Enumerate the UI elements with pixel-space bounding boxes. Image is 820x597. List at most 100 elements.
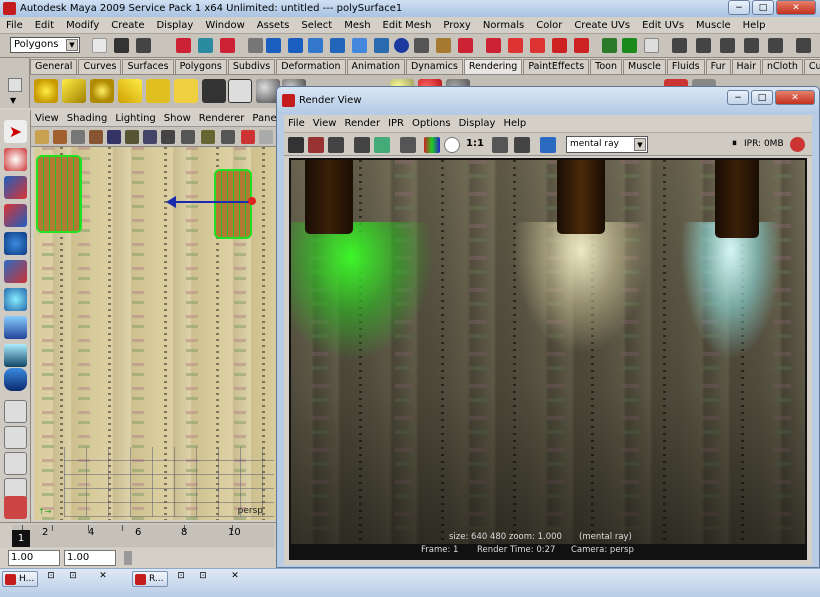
renderer-dropdown[interactable]: mental ray ▼ <box>566 136 648 153</box>
rv-menu-view[interactable]: View <box>309 118 341 129</box>
vp-menu-shading[interactable]: Shading <box>63 113 112 124</box>
menu-proxy[interactable]: Proxy <box>437 20 476 31</box>
tab-fluids[interactable]: Fluids <box>666 59 705 74</box>
rotate-tool-icon[interactable] <box>4 232 27 255</box>
panel-icon[interactable] <box>644 38 659 53</box>
rgb-channels-icon[interactable] <box>424 137 440 153</box>
magnet-icon-3[interactable] <box>530 38 545 53</box>
hypershade-icon[interactable] <box>458 38 473 53</box>
menu-edit[interactable]: Edit <box>29 20 60 31</box>
select-object-icon[interactable] <box>198 38 213 53</box>
image-plane-icon[interactable] <box>71 130 85 144</box>
magnet-icon-5[interactable] <box>574 38 589 53</box>
move-manip-center[interactable] <box>248 197 256 205</box>
menu-set-dropdown[interactable]: Polygons ▼ <box>10 37 80 53</box>
tab-fur[interactable]: Fur <box>705 59 731 74</box>
tab-surfaces[interactable]: Surfaces <box>122 59 174 74</box>
tab-toon[interactable]: Toon <box>590 59 622 74</box>
snap-point-icon[interactable] <box>308 38 323 53</box>
clapboard-icon-1[interactable] <box>672 38 687 53</box>
menu-assets[interactable]: Assets <box>251 20 296 31</box>
redo-render-icon[interactable] <box>288 137 304 153</box>
select-hierarchy-icon[interactable] <box>176 38 191 53</box>
tab-dynamics[interactable]: Dynamics <box>405 59 463 74</box>
select-component-icon[interactable] <box>220 38 235 53</box>
render-settings-icon[interactable] <box>400 137 416 153</box>
close-icon[interactable]: ✕ <box>228 571 242 583</box>
vp-menu-renderer[interactable]: Renderer <box>195 113 249 124</box>
shelf-menu-icon[interactable] <box>8 78 22 92</box>
render-canvas[interactable]: size: 640 480 zoom: 1.000 (mental ray) F… <box>289 158 807 560</box>
clapboard-icon-5[interactable] <box>768 38 783 53</box>
vp-menu-view[interactable]: View <box>31 113 63 124</box>
clapboard-icon-2[interactable] <box>696 38 711 53</box>
menu-help[interactable]: Help <box>737 20 772 31</box>
camera-bookmark-icon[interactable] <box>53 130 67 144</box>
close-button[interactable]: ✕ <box>776 0 816 15</box>
magnet-icon-2[interactable] <box>508 38 523 53</box>
tab-muscle[interactable]: Muscle <box>623 59 666 74</box>
magnet-icon-4[interactable] <box>552 38 567 53</box>
menu-modify[interactable]: Modify <box>60 20 105 31</box>
maximize-icon[interactable]: ⊡ <box>196 571 210 583</box>
tab-general[interactable]: General <box>30 59 78 74</box>
menu-edit-uvs[interactable]: Edit UVs <box>636 20 690 31</box>
display-settings-icon[interactable] <box>540 137 556 153</box>
area-light-icon[interactable] <box>146 79 170 103</box>
grid-toggle-icon[interactable] <box>107 130 121 144</box>
isolate-icon[interactable] <box>259 130 273 144</box>
tab-curves[interactable]: Curves <box>78 59 122 74</box>
menu-create-uvs[interactable]: Create UVs <box>568 20 636 31</box>
render-view-titlebar[interactable]: Render View − □ ✕ <box>277 87 819 114</box>
playback-start-field[interactable]: 1.00 <box>64 550 116 566</box>
clapboard-icon-3[interactable] <box>720 38 735 53</box>
ipr-badge-icon[interactable] <box>790 137 805 152</box>
alpha-channel-icon[interactable] <box>444 137 460 153</box>
universal-manip-icon[interactable] <box>4 288 27 311</box>
keep-image-icon[interactable] <box>492 137 508 153</box>
film-gate-icon[interactable] <box>125 130 139 144</box>
tab-ncloth[interactable]: nCloth <box>762 59 803 74</box>
directional-light-icon[interactable] <box>62 79 86 103</box>
ipr-render-icon[interactable] <box>414 38 429 53</box>
camera-icon[interactable] <box>202 79 226 103</box>
restore-icon[interactable]: ⊡ <box>44 571 58 583</box>
range-handle[interactable] <box>124 551 132 565</box>
menu-normals[interactable]: Normals <box>477 20 530 31</box>
render-settings-icon[interactable] <box>436 38 451 53</box>
volume-light-icon[interactable] <box>174 79 198 103</box>
tab-deformation[interactable]: Deformation <box>276 59 346 74</box>
new-scene-icon[interactable] <box>92 38 107 53</box>
restore-icon[interactable]: ⊡ <box>174 571 188 583</box>
lock-selection-icon[interactable] <box>248 38 263 53</box>
menu-create[interactable]: Create <box>105 20 150 31</box>
scale-tool-icon[interactable] <box>4 260 27 283</box>
clapboard-icon-4[interactable] <box>744 38 759 53</box>
close-icon[interactable]: ✕ <box>96 571 110 583</box>
persp-outliner-icon[interactable] <box>4 452 27 475</box>
textured-icon[interactable] <box>201 130 215 144</box>
ambient-light-icon[interactable] <box>34 79 58 103</box>
spot-light-icon[interactable] <box>118 79 142 103</box>
snap-plane-icon[interactable] <box>330 38 345 53</box>
point-light-icon[interactable] <box>90 79 114 103</box>
current-frame-marker[interactable]: 1 <box>12 530 30 547</box>
single-pane-icon[interactable] <box>4 400 27 423</box>
rendered-image[interactable] <box>291 160 805 544</box>
ipr-render-icon[interactable] <box>354 137 370 153</box>
rv-menu-ipr[interactable]: IPR <box>384 118 408 129</box>
lamp-mesh-right[interactable] <box>214 169 252 239</box>
input-arrow-icon[interactable] <box>622 38 637 53</box>
menu-display[interactable]: Display <box>150 20 199 31</box>
tab-painteffects[interactable]: PaintEffects <box>523 59 590 74</box>
rv-close-button[interactable]: ✕ <box>775 90 815 105</box>
tab-subdivs[interactable]: Subdivs <box>227 59 276 74</box>
taskbar-item-render-view[interactable]: R... <box>132 571 168 587</box>
move-manip-arrow-icon[interactable] <box>166 196 176 208</box>
menu-color[interactable]: Color <box>530 20 568 31</box>
move-manip-axis[interactable] <box>172 201 252 203</box>
menu-window[interactable]: Window <box>199 20 250 31</box>
resolution-gate-icon[interactable] <box>143 130 157 144</box>
clapboard-icon-6[interactable] <box>796 38 811 53</box>
input-line-icon[interactable] <box>602 38 617 53</box>
